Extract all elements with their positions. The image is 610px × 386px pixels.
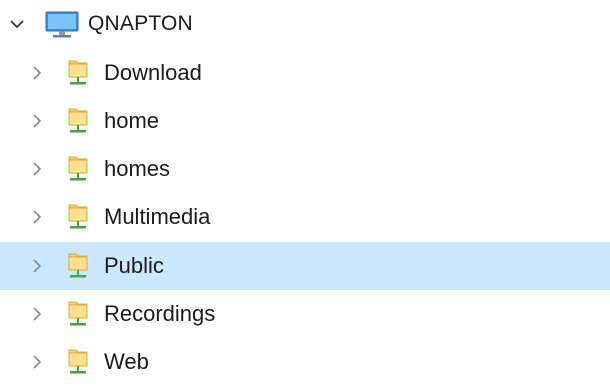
tree-item-label: Recordings (104, 301, 216, 326)
chevron-right-icon[interactable] (28, 208, 46, 226)
tree-item-home[interactable]: home (0, 97, 610, 145)
chevron-right-icon[interactable] (28, 112, 46, 130)
tree-item-recordings[interactable]: Recordings (0, 290, 610, 338)
chevron-down-icon[interactable] (8, 15, 26, 33)
tree-item-label: Public (104, 253, 164, 278)
network-share-icon (68, 253, 88, 278)
chevron-right-icon[interactable] (28, 305, 46, 323)
chevron-right-icon[interactable] (28, 64, 46, 82)
network-share-icon (68, 301, 88, 326)
network-share-icon (68, 349, 88, 374)
navigation-tree: QNAPTON Download home homes Multimedia P… (0, 0, 610, 374)
tree-item-multimedia[interactable]: Multimedia (0, 193, 610, 241)
tree-item-label: Web (104, 349, 149, 374)
tree-root-qnapton[interactable]: QNAPTON (0, 0, 610, 48)
chevron-right-icon[interactable] (28, 160, 46, 178)
computer-icon (45, 11, 79, 38)
tree-item-label: homes (104, 156, 171, 181)
network-share-icon (68, 204, 88, 229)
network-share-icon (68, 60, 88, 85)
tree-item-download[interactable]: Download (0, 49, 610, 97)
tree-item-public[interactable]: Public (0, 242, 610, 290)
tree-item-label: Multimedia (104, 204, 211, 229)
tree-item-web[interactable]: Web (0, 338, 610, 374)
chevron-right-icon[interactable] (28, 353, 46, 371)
tree-item-label: Download (104, 60, 202, 85)
tree-item-label: home (104, 108, 160, 133)
tree-root-label: QNAPTON (88, 12, 193, 35)
network-share-icon (68, 156, 88, 181)
tree-item-homes[interactable]: homes (0, 145, 610, 193)
chevron-right-icon[interactable] (28, 257, 46, 275)
network-share-icon (68, 108, 88, 133)
